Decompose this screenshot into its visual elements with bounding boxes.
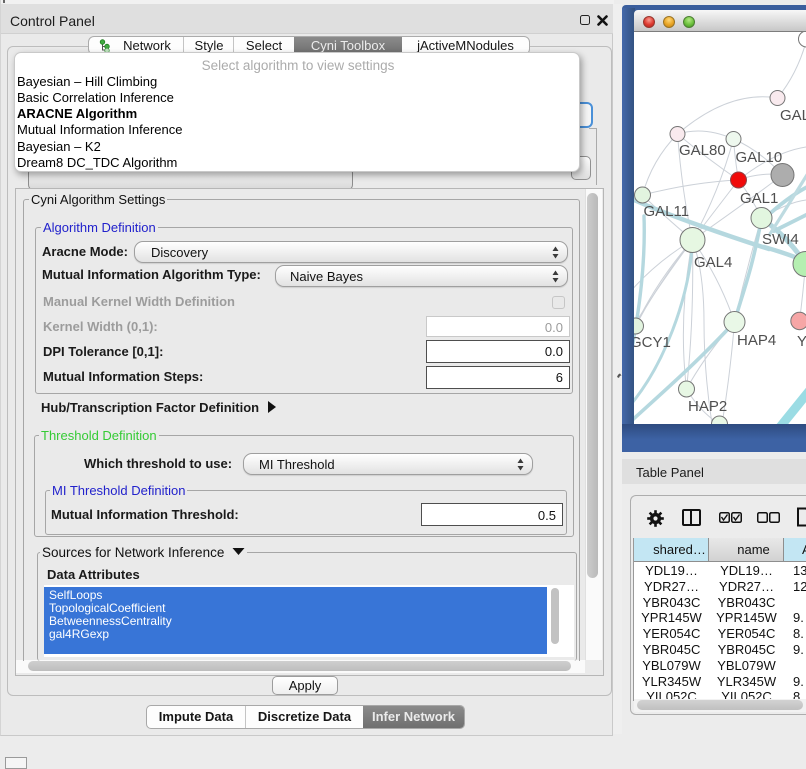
svg-text:GCY1: GCY1 bbox=[634, 334, 671, 351]
svg-text:GAL4: GAL4 bbox=[694, 254, 732, 271]
svg-text:GAL80: GAL80 bbox=[679, 142, 726, 159]
svg-text:GAL7: GAL7 bbox=[780, 107, 806, 124]
svg-text:GAL10: GAL10 bbox=[736, 149, 783, 166]
svg-text:SWI4: SWI4 bbox=[762, 231, 799, 248]
svg-text:Y: Y bbox=[797, 333, 806, 350]
svg-text:HAP2: HAP2 bbox=[688, 398, 727, 415]
svg-text:GAL1: GAL1 bbox=[740, 190, 778, 207]
svg-text:HAP4: HAP4 bbox=[737, 332, 776, 349]
svg-text:GAL11: GAL11 bbox=[644, 203, 690, 220]
